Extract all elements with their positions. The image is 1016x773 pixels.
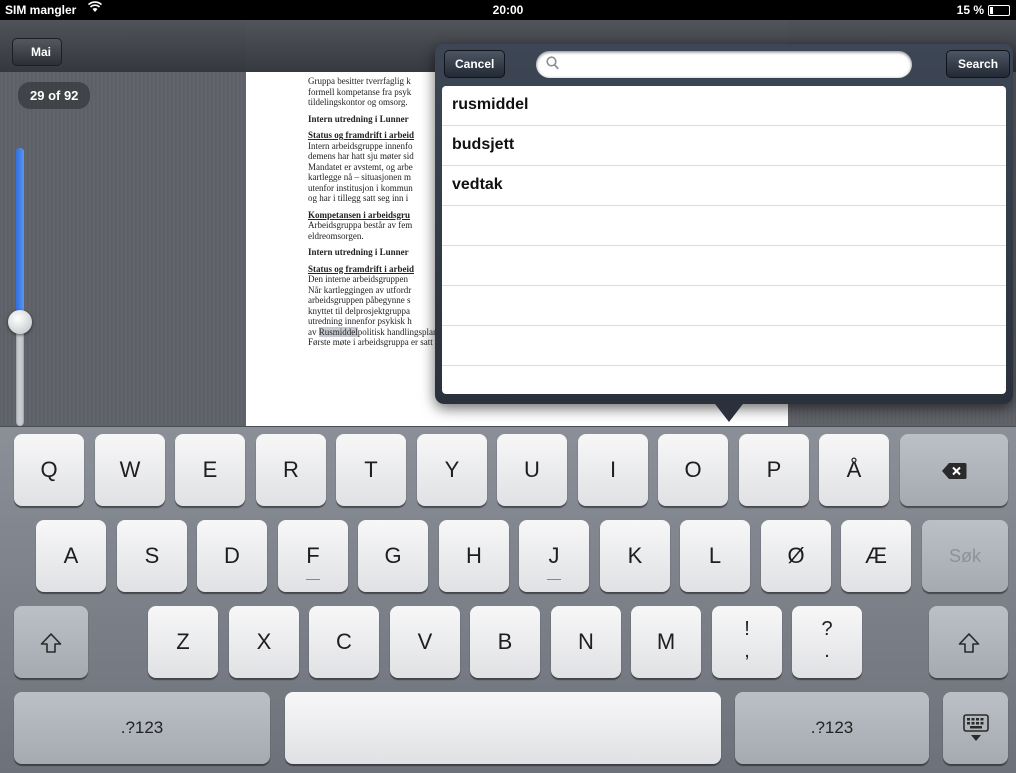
shift-key-left[interactable] [14, 606, 88, 678]
key-a[interactable]: A [36, 520, 106, 592]
key-b[interactable]: B [470, 606, 540, 678]
key-i[interactable]: I [578, 434, 648, 506]
key-y[interactable]: Y [417, 434, 487, 506]
search-return-key[interactable]: Søk [922, 520, 1008, 592]
key-o[interactable]: O [658, 434, 728, 506]
key-e[interactable]: E [175, 434, 245, 506]
result-item-empty [442, 206, 1006, 246]
search-results-list: rusmiddel budsjett vedtak [442, 86, 1006, 394]
reader-sidebar [0, 20, 246, 426]
search-icon [546, 56, 559, 73]
key-d[interactable]: D [197, 520, 267, 592]
result-item-vedtak[interactable]: vedtak [442, 166, 1006, 206]
back-button[interactable]: Mai [12, 38, 63, 66]
space-bar[interactable] [285, 692, 721, 764]
page-slider-fill [16, 148, 24, 320]
page-indicator: 29 of 92 [18, 82, 91, 109]
key-h[interactable]: H [439, 520, 509, 592]
numbers-key-right[interactable]: .?123 [735, 692, 929, 764]
battery-percent: 15 % [956, 3, 984, 17]
key-n[interactable]: N [551, 606, 621, 678]
battery-icon [988, 5, 1010, 16]
result-item-empty [442, 326, 1006, 366]
key-s[interactable]: S [117, 520, 187, 592]
shift-icon [958, 632, 980, 654]
key-r[interactable]: R [256, 434, 326, 506]
search-highlight: Rusmiddel [318, 326, 358, 337]
result-item-empty [442, 366, 1006, 394]
key-aa[interactable]: Å [819, 434, 889, 506]
key-w[interactable]: W [95, 434, 165, 506]
key-c[interactable]: C [309, 606, 379, 678]
result-item-empty [442, 286, 1006, 326]
key-ae[interactable]: Æ [841, 520, 911, 592]
key-l[interactable]: L [680, 520, 750, 592]
result-item-rusmiddel[interactable]: rusmiddel [442, 86, 1006, 126]
key-k[interactable]: K [600, 520, 670, 592]
key-j[interactable]: J [519, 520, 589, 592]
page-slider-thumb[interactable] [8, 310, 32, 334]
numbers-key-left[interactable]: .?123 [14, 692, 270, 764]
dismiss-keyboard-key[interactable] [943, 692, 1008, 764]
key-z[interactable]: Z [148, 606, 218, 678]
clock: 20:00 [492, 3, 524, 17]
key-f[interactable]: F [278, 520, 348, 592]
popover-arrow [712, 400, 746, 422]
page-slider[interactable] [16, 148, 24, 426]
delete-key[interactable] [900, 434, 1008, 506]
key-u[interactable]: U [497, 434, 567, 506]
key-t[interactable]: T [336, 434, 406, 506]
shift-key-right[interactable] [929, 606, 1008, 678]
key-v[interactable]: V [390, 606, 460, 678]
status-bar: SIM mangler 20:00 15 % [0, 0, 1016, 20]
key-oe[interactable]: Ø [761, 520, 831, 592]
search-field[interactable] [536, 51, 912, 78]
cancel-button[interactable]: Cancel [444, 50, 506, 78]
key-x[interactable]: X [229, 606, 299, 678]
onscreen-keyboard: Q W E R T Y U I O P Å A S D F G H J K L … [0, 426, 1016, 773]
key-exclam-comma[interactable]: !, [712, 606, 782, 678]
key-question-period[interactable]: ?. [792, 606, 862, 678]
search-input[interactable] [564, 55, 898, 76]
keyboard-dismiss-icon [962, 713, 989, 744]
backspace-icon [941, 462, 967, 480]
result-item-budsjett[interactable]: budsjett [442, 126, 1006, 166]
search-button[interactable]: Search [946, 50, 1011, 78]
result-item-empty [442, 246, 1006, 286]
shift-icon [40, 632, 62, 654]
key-q[interactable]: Q [14, 434, 84, 506]
key-p[interactable]: P [739, 434, 809, 506]
key-g[interactable]: G [358, 520, 428, 592]
key-m[interactable]: M [631, 606, 701, 678]
